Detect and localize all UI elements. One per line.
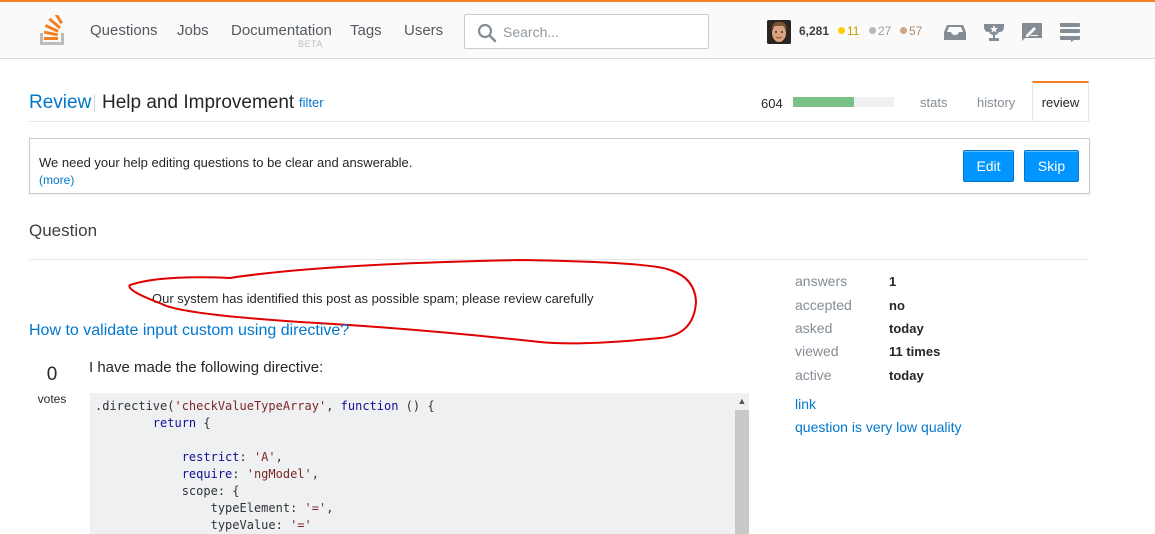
question-body-text: I have made the following directive: — [89, 359, 324, 376]
queue-progress-bar — [793, 97, 894, 107]
stat-label-answers: answers — [795, 273, 848, 289]
vote-count: 0 — [46, 364, 58, 385]
nav-questions[interactable]: Questions — [90, 22, 158, 39]
stat-value-active: today — [889, 368, 924, 383]
inbox-icon[interactable] — [944, 22, 966, 42]
tab-review[interactable]: review — [1032, 81, 1089, 122]
skip-button[interactable]: Skip — [1024, 150, 1079, 182]
header-divider — [29, 121, 1089, 122]
votes-label: votes — [37, 392, 67, 406]
breadcrumb-review[interactable]: Review — [29, 92, 91, 114]
section-divider — [29, 259, 1089, 260]
code-block: .directive('checkValueTypeArray', functi… — [90, 393, 749, 534]
stat-value-accepted: no — [889, 298, 905, 313]
code-line: restrict: 'A', — [181, 450, 283, 464]
spam-notice: Our system has identified this post as p… — [152, 291, 594, 306]
stat-value-viewed: 11 times — [889, 344, 941, 359]
beta-label: BETA — [298, 39, 323, 49]
code-line: typeValue: '=' — [95, 518, 312, 532]
instructions-text: We need your help editing questions to b… — [39, 155, 413, 170]
stat-value-answers: 1 — [889, 274, 897, 289]
top-bar: Questions Jobs Documentation BETA Tags U… — [0, 0, 1155, 59]
stat-label-asked: asked — [795, 320, 833, 336]
search-icon — [477, 23, 497, 43]
silver-badges[interactable]: 27 — [869, 24, 891, 38]
silver-badge-icon — [869, 27, 876, 34]
code-line: scope: { — [95, 484, 240, 498]
stat-label-accepted: accepted — [795, 297, 852, 313]
stat-value-asked: today — [889, 321, 924, 336]
code-line: require: 'ngModel', — [181, 467, 319, 481]
search-input[interactable] — [503, 21, 703, 43]
nav-tags[interactable]: Tags — [350, 22, 382, 39]
page-title: Help and Improvement — [102, 92, 295, 113]
reputation[interactable]: 6,281 — [799, 24, 829, 38]
search-box[interactable] — [464, 14, 709, 49]
scroll-up-icon[interactable]: ▲ — [735, 393, 749, 410]
link-button[interactable]: link — [795, 396, 816, 412]
section-title: Question — [29, 221, 98, 240]
review-instructions: We need your help editing questions to b… — [29, 138, 1090, 194]
tab-history[interactable]: history — [977, 95, 1015, 110]
very-low-quality-link[interactable]: question is very low quality — [795, 419, 962, 435]
stat-label-active: active — [795, 367, 832, 383]
help-menu-icon[interactable] — [1059, 22, 1081, 42]
achievements-icon[interactable] — [983, 22, 1005, 42]
edit-button[interactable]: Edit — [963, 150, 1014, 182]
code-line: return { — [152, 416, 211, 430]
nav-documentation[interactable]: Documentation — [231, 22, 332, 39]
bronze-badge-icon — [900, 27, 907, 34]
bronze-badges[interactable]: 57 — [900, 24, 922, 38]
code-content: .directive('checkValueTypeArray', functi… — [95, 398, 435, 534]
gold-badges[interactable]: 11 — [838, 24, 859, 38]
stack-overflow-logo[interactable] — [39, 15, 67, 47]
nav-users[interactable]: Users — [404, 22, 443, 39]
review-icon[interactable] — [1021, 22, 1043, 42]
gold-badge-icon — [838, 27, 845, 34]
code-line: typeElement: '=', — [95, 501, 334, 515]
queue-progress-fill — [793, 97, 854, 107]
queue-count: 604 — [761, 96, 783, 111]
code-scrollbar[interactable]: ▲ — [735, 393, 749, 534]
stat-label-viewed: viewed — [795, 343, 839, 359]
more-link[interactable]: (more) — [39, 173, 74, 187]
breadcrumb-separator — [94, 94, 95, 112]
scrollbar-thumb[interactable] — [735, 410, 749, 534]
code-line: .directive('checkValueTypeArray', functi… — [95, 399, 435, 413]
nav-jobs[interactable]: Jobs — [177, 22, 209, 39]
tab-stats[interactable]: stats — [920, 95, 947, 110]
avatar[interactable] — [767, 20, 791, 44]
question-title-link[interactable]: How to validate input custom using direc… — [29, 322, 349, 340]
filter-link[interactable]: filter — [299, 95, 324, 110]
